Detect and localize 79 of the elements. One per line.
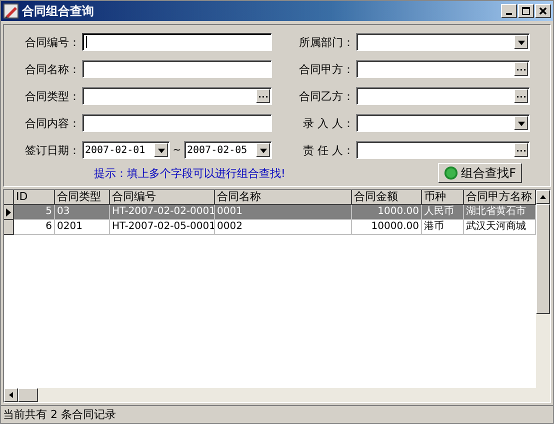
input-field[interactable] — [356, 141, 530, 159]
close-button[interactable] — [535, 4, 551, 18]
ellipsis-button[interactable] — [514, 62, 528, 76]
field-label: 签订日期： — [24, 142, 81, 158]
table-cell: 03 — [55, 205, 110, 220]
column-header[interactable]: 币种 — [422, 190, 464, 205]
caret-icon — [260, 146, 266, 154]
table-cell: 1000.00 — [352, 205, 422, 220]
hint-text: 提示：填上多个字段可以进行组合查找! — [94, 166, 286, 180]
input-field[interactable] — [82, 87, 272, 105]
maximize-button[interactable] — [518, 4, 534, 18]
field-label: 责 任 人： — [302, 142, 355, 158]
dropdown-button[interactable] — [154, 143, 168, 157]
horizontal-scrollbar[interactable] — [4, 388, 550, 402]
input-field[interactable] — [356, 60, 530, 78]
scroll-thumb[interactable] — [536, 204, 550, 314]
combo-box[interactable] — [356, 114, 530, 132]
input-field[interactable] — [82, 33, 272, 51]
ellipsis-button[interactable] — [514, 89, 528, 103]
ellipsis-icon — [516, 148, 526, 152]
maximize-icon — [521, 6, 531, 16]
status-bar: 当前共有 2 条合同记录 — [1, 405, 553, 423]
field-label: 合同乙方： — [298, 88, 355, 104]
dropdown-button[interactable] — [256, 143, 270, 157]
table-cell: 港币 — [422, 220, 464, 235]
ellipsis-icon — [516, 68, 526, 70]
input-field[interactable] — [356, 87, 530, 105]
field-label: 所属部门： — [298, 34, 355, 50]
field-label: 合同内容： — [24, 116, 81, 130]
column-header[interactable]: 合同编号 — [110, 190, 215, 205]
up-arrow-icon — [539, 193, 547, 201]
input-field[interactable] — [82, 114, 272, 132]
table-cell: 0002 — [215, 220, 352, 235]
table-cell: 5 — [14, 205, 55, 220]
table-cell: 6 — [14, 220, 55, 235]
left-arrow-icon — [7, 391, 15, 399]
caret-icon — [518, 38, 524, 46]
date-picker[interactable]: 2007-02-05 — [184, 141, 272, 159]
dropdown-button[interactable] — [514, 116, 528, 130]
row-indicator[interactable] — [4, 205, 14, 220]
input-field[interactable] — [82, 60, 272, 78]
combo-box[interactable] — [356, 33, 530, 51]
field-label: 合同编号： — [24, 34, 81, 50]
scroll-up-button[interactable] — [536, 190, 550, 204]
table-cell: 0201 — [55, 220, 110, 235]
go-icon — [444, 166, 458, 180]
table-cell: 10000.00 — [352, 220, 422, 235]
field-label: 合同名称： — [24, 62, 81, 76]
column-header[interactable]: 合同类型 — [55, 190, 110, 205]
dropdown-button[interactable] — [514, 35, 528, 49]
row-header[interactable] — [4, 220, 14, 235]
caret-icon — [518, 120, 524, 126]
column-header[interactable]: 合同甲方名称 — [464, 190, 536, 205]
table-cell: 湖北省黄石市 — [464, 205, 536, 220]
field-label: 合同类型： — [24, 88, 81, 104]
scroll-thumb[interactable] — [18, 388, 38, 402]
column-header[interactable]: 合同名称 — [215, 190, 352, 205]
ellipsis-icon — [258, 94, 268, 98]
window-title: 合同组合查询 — [22, 2, 95, 20]
field-label: 录 入 人： — [302, 116, 355, 130]
table-cell: 人民币 — [422, 205, 464, 220]
search-button[interactable]: 组合查找F — [438, 163, 522, 183]
caret-icon — [158, 146, 164, 154]
table-cell: 0001 — [215, 205, 352, 220]
close-icon — [538, 6, 548, 16]
app-icon — [3, 3, 19, 19]
minimize-button[interactable] — [501, 4, 517, 18]
ellipsis-icon — [516, 94, 526, 98]
field-label: 合同甲方： — [298, 62, 355, 76]
date-picker[interactable]: 2007-02-01 — [82, 141, 170, 159]
minimize-icon — [506, 13, 512, 15]
column-header[interactable]: 合同金额 — [352, 190, 422, 205]
vertical-scrollbar[interactable] — [536, 190, 550, 388]
header-corner — [4, 190, 14, 205]
ellipsis-button[interactable] — [256, 89, 270, 103]
column-header[interactable]: ID — [14, 190, 55, 205]
range-separator: ~ — [172, 144, 182, 156]
ellipsis-button[interactable] — [514, 143, 528, 157]
scroll-left-button[interactable] — [4, 388, 18, 402]
